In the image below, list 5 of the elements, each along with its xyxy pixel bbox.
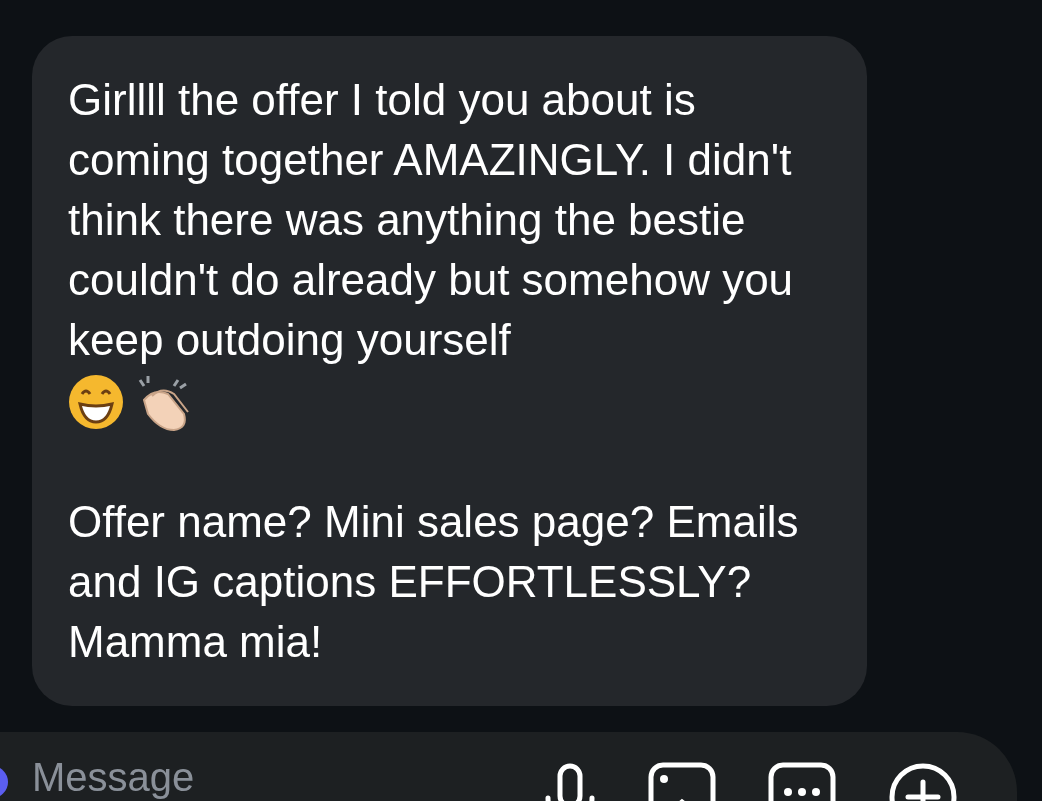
message-text: Girllll the offer I told you about is coming together AMAZINGLY. I didn't think there was anything the bestie couldn't do already but somehow you keep outdoing yourself: [68, 74, 795, 366]
message-field[interactable]: Message: [32, 754, 452, 800]
message-text: Offer name? Mini sales page? Emails and IG captions EFFORTLESSLY? Mamma mia!: [68, 497, 799, 666]
message-composer[interactable]: Message: [0, 732, 1017, 801]
grinning-face-icon: [68, 374, 124, 430]
